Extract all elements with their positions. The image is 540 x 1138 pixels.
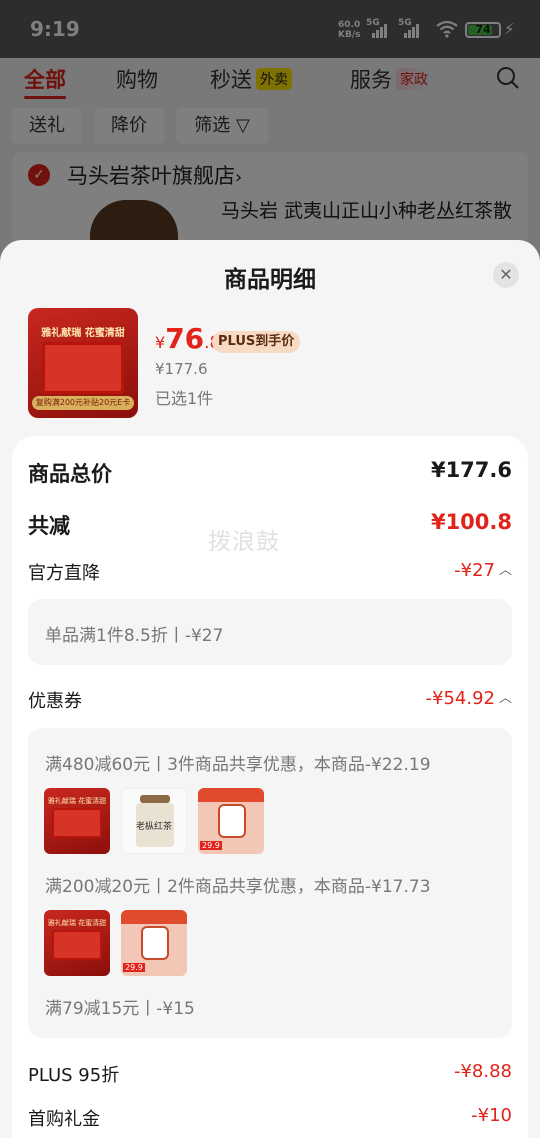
- sheet-title: 商品明细: [224, 267, 316, 293]
- close-button[interactable]: ✕: [493, 262, 519, 288]
- plus-discount-value: -¥8.88: [453, 1061, 512, 1082]
- total-discount-label: 共减: [28, 514, 70, 538]
- total-price-label: 商品总价: [28, 462, 112, 486]
- mini-caption: 雅礼献瑞 花蜜清甜: [47, 797, 107, 805]
- tin-label: 老枞红茶: [135, 822, 172, 832]
- total-price-value: ¥177.6: [430, 458, 512, 482]
- watermark: 拨浪鼓: [208, 529, 280, 555]
- official-discount-row[interactable]: 官方直降 -¥27 ︿: [28, 559, 512, 589]
- chevron-up-icon: ︿: [498, 563, 512, 578]
- mini-caption: 雅礼献瑞 花蜜清甜: [47, 919, 107, 927]
- coupon-value: -¥54.92 ︿: [426, 687, 513, 709]
- first-buy-row: 首购礼金 -¥10: [28, 1105, 512, 1135]
- first-buy-value: -¥10: [471, 1105, 512, 1126]
- coupon-label: 优惠券: [28, 691, 82, 712]
- official-discount-label: 官方直降: [28, 563, 100, 584]
- close-icon: ✕: [499, 265, 513, 284]
- coupon-rule-3: 满79减15元丨-¥15: [45, 999, 195, 1019]
- plus-discount-row: PLUS 95折 -¥8.88: [28, 1061, 512, 1091]
- mini-price-badge: 29.9: [123, 963, 145, 972]
- first-buy-label: 首购礼金: [28, 1109, 100, 1130]
- selected-quantity: 已选1件: [155, 389, 214, 408]
- product-image-caption: 雅礼献瑞 花蜜清甜: [41, 328, 125, 339]
- coupon-product-thumbnail: 29.9: [121, 910, 187, 976]
- product-image-banner: 复购满200元补贴20元E卡: [32, 396, 134, 410]
- total-discount-value: ¥100.8: [430, 510, 512, 534]
- product-image: 雅礼献瑞 花蜜清甜 复购满200元补贴20元E卡: [28, 308, 138, 418]
- official-discount-rule: 单品满1件8.5折丨-¥27: [45, 626, 224, 646]
- plus-discount-label: PLUS 95折: [28, 1065, 120, 1086]
- official-discount-amount: -¥27: [454, 560, 495, 581]
- original-price: ¥177.6: [155, 360, 208, 378]
- coupon-product-thumbnail: 老枞红茶: [121, 788, 187, 854]
- price-detail-card: 商品总价 ¥177.6 共减 ¥100.8 拨浪鼓 官方直降 -¥27 ︿ 单品满…: [12, 436, 528, 1138]
- coupon-detail: 满480减60元丨3件商品共享优惠，本商品-¥22.19 雅礼献瑞 花蜜清甜 老…: [28, 728, 512, 1038]
- official-discount-detail: 单品满1件8.5折丨-¥27: [28, 599, 512, 665]
- mini-price-badge: 29.9: [200, 841, 222, 850]
- coupon-product-thumbnail: 29.9: [198, 788, 264, 854]
- coupon-rule-2: 满200减20元丨2件商品共享优惠，本商品-¥17.73: [45, 877, 431, 897]
- product-detail-sheet: 商品明细 ✕ 雅礼献瑞 花蜜清甜 复购满200元补贴20元E卡 ¥76.8 PL…: [0, 240, 540, 1138]
- coupon-product-thumbnail: 雅礼献瑞 花蜜清甜: [44, 788, 110, 854]
- plus-price-badge: PLUS到手价: [212, 331, 301, 353]
- official-discount-value: -¥27 ︿: [454, 559, 512, 581]
- coupon-rule-1: 满480减60元丨3件商品共享优惠，本商品-¥22.19: [45, 755, 431, 775]
- chevron-up-icon: ︿: [498, 691, 512, 706]
- coupon-product-thumbnail: 雅礼献瑞 花蜜清甜: [44, 910, 110, 976]
- price-symbol: ¥: [155, 333, 166, 352]
- coupon-row[interactable]: 优惠券 -¥54.92 ︿: [28, 687, 512, 717]
- gift-box-graphic: [42, 342, 124, 394]
- plus-price: ¥76.8: [155, 322, 220, 355]
- total-price-row: 商品总价 ¥177.6: [28, 458, 512, 488]
- price-integer: 76: [165, 322, 205, 355]
- coupon-amount: -¥54.92: [425, 688, 495, 709]
